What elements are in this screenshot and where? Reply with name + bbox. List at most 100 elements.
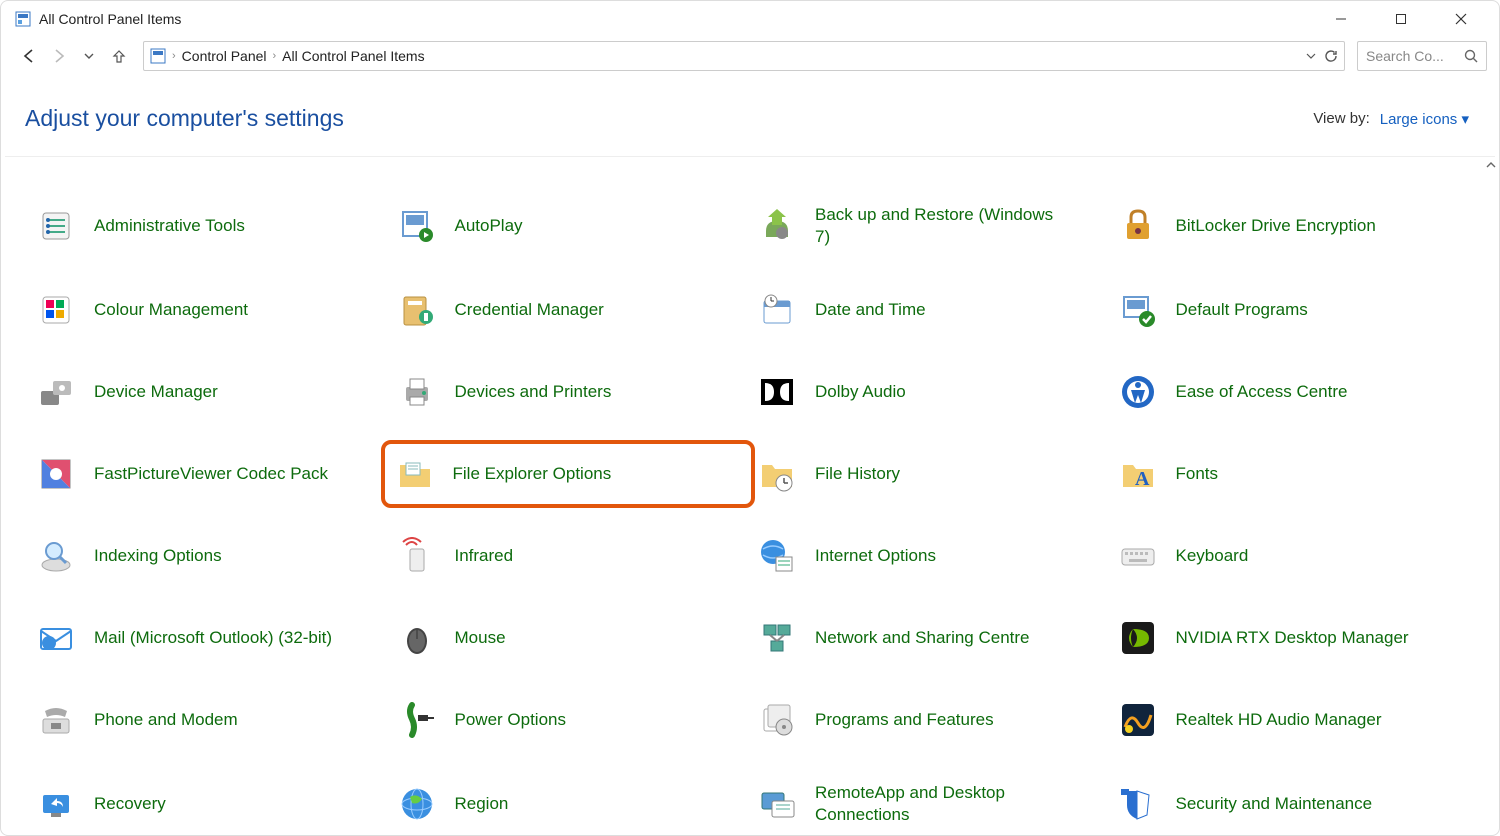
up-button[interactable] <box>107 44 131 68</box>
search-input[interactable]: Search Co... <box>1357 41 1487 71</box>
control-panel-item[interactable]: NVIDIA RTX Desktop Manager <box>1109 611 1470 665</box>
remoteapp-icon <box>757 784 797 824</box>
item-label: Default Programs <box>1176 299 1308 321</box>
item-label: Dolby Audio <box>815 381 906 403</box>
address-icon <box>150 48 166 64</box>
control-panel-item[interactable]: Device Manager <box>27 365 388 419</box>
control-panel-item[interactable]: Infrared <box>388 529 749 583</box>
infrared-icon <box>397 536 437 576</box>
item-label: Fonts <box>1176 463 1219 485</box>
control-panel-item[interactable]: Mail (Microsoft Outlook) (32-bit) <box>27 611 388 665</box>
recent-locations-button[interactable] <box>77 44 101 68</box>
control-panel-item[interactable]: Administrative Tools <box>27 197 388 255</box>
item-label: Device Manager <box>94 381 218 403</box>
control-panel-item[interactable]: File History <box>748 447 1109 501</box>
item-label: Ease of Access Centre <box>1176 381 1348 403</box>
minimize-button[interactable] <box>1311 3 1371 35</box>
control-panel-item[interactable]: Ease of Access Centre <box>1109 365 1470 419</box>
forward-button[interactable] <box>47 44 71 68</box>
item-label: NVIDIA RTX Desktop Manager <box>1176 627 1409 649</box>
search-placeholder: Search Co... <box>1366 48 1444 64</box>
item-label: Power Options <box>455 709 567 731</box>
item-label: Programs and Features <box>815 709 994 731</box>
control-panel-item[interactable]: Programs and Features <box>748 693 1109 747</box>
navbar: › Control Panel › All Control Panel Item… <box>1 37 1499 75</box>
item-label: FastPictureViewer Codec Pack <box>94 463 328 485</box>
control-panel-item[interactable]: Devices and Printers <box>388 365 749 419</box>
datetime-icon <box>757 290 797 330</box>
admin-tools-icon <box>36 206 76 246</box>
item-label: Devices and Printers <box>455 381 612 403</box>
control-panel-item[interactable]: Internet Options <box>748 529 1109 583</box>
indexing-icon <box>36 536 76 576</box>
scroll-up-arrow-icon[interactable] <box>1485 159 1497 171</box>
codec-icon <box>36 454 76 494</box>
control-panel-item[interactable]: BitLocker Drive Encryption <box>1109 197 1470 255</box>
control-panel-item[interactable]: Recovery <box>27 775 388 833</box>
chevron-right-icon: › <box>172 50 176 62</box>
control-panel-window: All Control Panel Items <box>0 0 1500 836</box>
programs-icon <box>757 700 797 740</box>
control-panel-item[interactable]: AutoPlay <box>388 197 749 255</box>
control-panel-item[interactable]: Dolby Audio <box>748 365 1109 419</box>
item-label: File Explorer Options <box>453 463 612 485</box>
item-label: AutoPlay <box>455 215 523 237</box>
control-panel-item[interactable]: Default Programs <box>1109 283 1470 337</box>
control-panel-item[interactable]: Mouse <box>388 611 749 665</box>
item-label: Network and Sharing Centre <box>815 627 1030 649</box>
viewby-label: View by: <box>1313 110 1369 127</box>
item-label: Mail (Microsoft Outlook) (32-bit) <box>94 627 332 649</box>
control-panel-item[interactable]: File Explorer Options <box>381 440 756 508</box>
keyboard-icon <box>1118 536 1158 576</box>
chevron-right-icon: › <box>273 50 277 62</box>
ease-icon <box>1118 372 1158 412</box>
control-panel-item[interactable]: Date and Time <box>748 283 1109 337</box>
content-header: Adjust your computer's settings View by:… <box>1 75 1499 156</box>
nvidia-icon <box>1118 618 1158 658</box>
item-label: Indexing Options <box>94 545 222 567</box>
maximize-button[interactable] <box>1371 3 1431 35</box>
control-panel-item[interactable]: RemoteApp and Desktop Connections <box>748 775 1109 833</box>
item-label: BitLocker Drive Encryption <box>1176 215 1376 237</box>
item-label: Credential Manager <box>455 299 604 321</box>
dolby-icon <box>757 372 797 412</box>
bitlocker-icon <box>1118 206 1158 246</box>
control-panel-item[interactable]: Security and Maintenance <box>1109 775 1470 833</box>
colour-icon <box>36 290 76 330</box>
breadcrumb-all-items[interactable]: All Control Panel Items <box>282 48 424 64</box>
item-label: Security and Maintenance <box>1176 793 1373 815</box>
back-button[interactable] <box>17 44 41 68</box>
viewby-dropdown[interactable]: Large icons ▾ <box>1380 110 1469 128</box>
item-label: Keyboard <box>1176 545 1249 567</box>
control-panel-item[interactable]: Keyboard <box>1109 529 1470 583</box>
mouse-icon <box>397 618 437 658</box>
recovery-icon <box>36 784 76 824</box>
control-panel-item[interactable]: Credential Manager <box>388 283 749 337</box>
control-panel-item[interactable]: Back up and Restore (Windows 7) <box>748 197 1109 255</box>
control-panel-item[interactable]: FastPictureViewer Codec Pack <box>27 447 388 501</box>
file-history-icon <box>757 454 797 494</box>
control-panel-item[interactable]: Colour Management <box>27 283 388 337</box>
item-label: Colour Management <box>94 299 248 321</box>
page-title: Adjust your computer's settings <box>25 105 344 132</box>
item-label: Region <box>455 793 509 815</box>
close-button[interactable] <box>1431 3 1491 35</box>
defaultprog-icon <box>1118 290 1158 330</box>
network-icon <box>757 618 797 658</box>
control-panel-item[interactable]: Realtek HD Audio Manager <box>1109 693 1470 747</box>
control-panel-item[interactable]: Power Options <box>388 693 749 747</box>
control-panel-item[interactable]: Indexing Options <box>27 529 388 583</box>
control-panel-item[interactable]: Region <box>388 775 749 833</box>
titlebar: All Control Panel Items <box>1 1 1499 37</box>
phone-icon <box>36 700 76 740</box>
breadcrumb-control-panel[interactable]: Control Panel <box>182 48 267 64</box>
svg-text:A: A <box>1135 468 1150 490</box>
refresh-button[interactable] <box>1324 49 1338 63</box>
item-label: Infrared <box>455 545 514 567</box>
control-panel-item[interactable]: Network and Sharing Centre <box>748 611 1109 665</box>
breadcrumb-label: All Control Panel Items <box>282 48 424 64</box>
control-panel-item[interactable]: A Fonts <box>1109 447 1470 501</box>
control-panel-item[interactable]: Phone and Modem <box>27 693 388 747</box>
address-bar[interactable]: › Control Panel › All Control Panel Item… <box>143 41 1345 71</box>
chevron-down-icon[interactable] <box>1306 51 1316 61</box>
